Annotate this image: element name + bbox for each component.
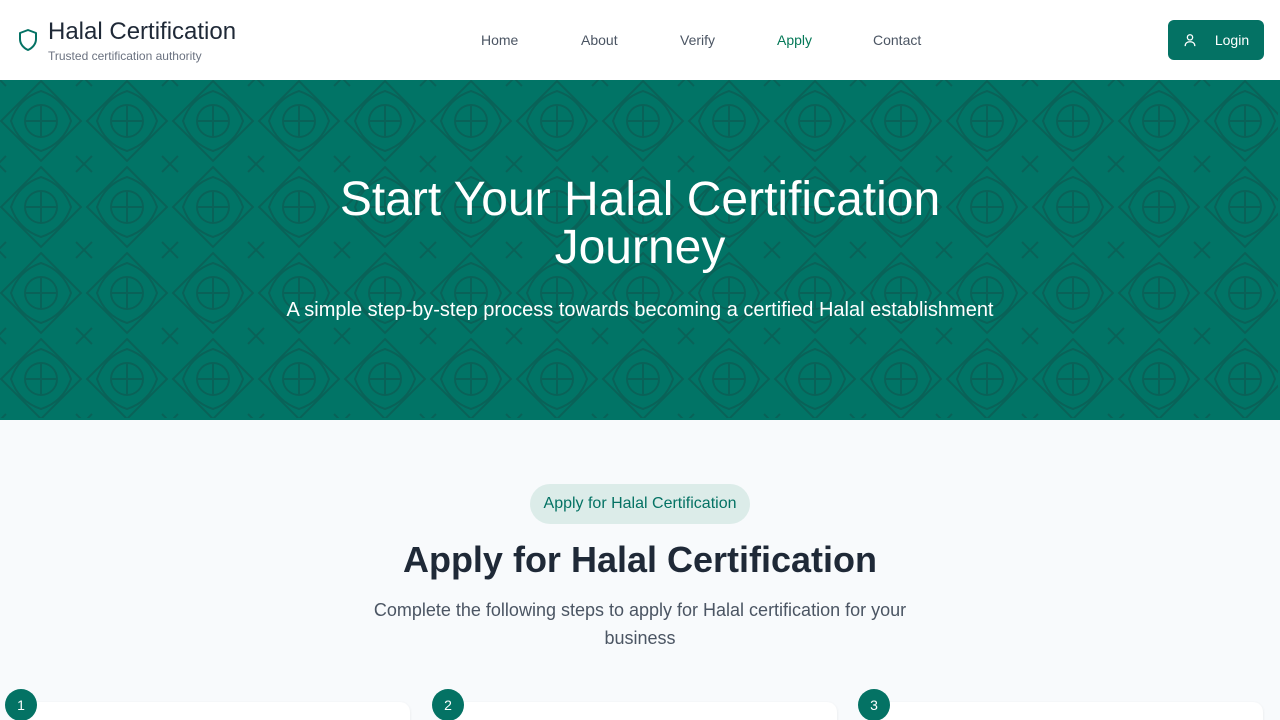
main-nav: Home About Verify Apply Contact	[0, 30, 1280, 50]
site-header: Halal Certification Trusted certificatio…	[0, 0, 1280, 80]
hero-title: Start Your Halal Certification Journey	[339, 173, 941, 274]
login-label: Login	[1214, 32, 1250, 48]
section-title: Apply for Halal Certification	[402, 539, 878, 580]
user-icon	[1184, 34, 1196, 47]
hero-banner: Start Your Halal Certification Journey A…	[0, 80, 1280, 420]
nav-about[interactable]: About	[581, 30, 618, 50]
nav-contact[interactable]: Contact	[873, 30, 921, 50]
hero-subtitle: A simple step-by-step process towards be…	[286, 299, 994, 321]
nav-apply[interactable]: Apply	[777, 30, 812, 50]
step-number-2: 2	[432, 689, 464, 720]
step-number-1: 1	[5, 689, 37, 720]
section-subtitle: Complete the following steps to apply fo…	[373, 600, 907, 648]
nav-verify[interactable]: Verify	[680, 30, 715, 50]
step-number-3: 3	[858, 689, 890, 720]
step-card-2	[447, 702, 837, 720]
step-card-3	[873, 702, 1263, 720]
step-card-1	[20, 702, 410, 720]
login-button[interactable]: Login	[1168, 20, 1264, 60]
nav-home[interactable]: Home	[481, 30, 518, 50]
section-badge: Apply for Halal Certification	[530, 484, 750, 524]
brand-subtitle: Trusted certification authority	[48, 49, 202, 63]
